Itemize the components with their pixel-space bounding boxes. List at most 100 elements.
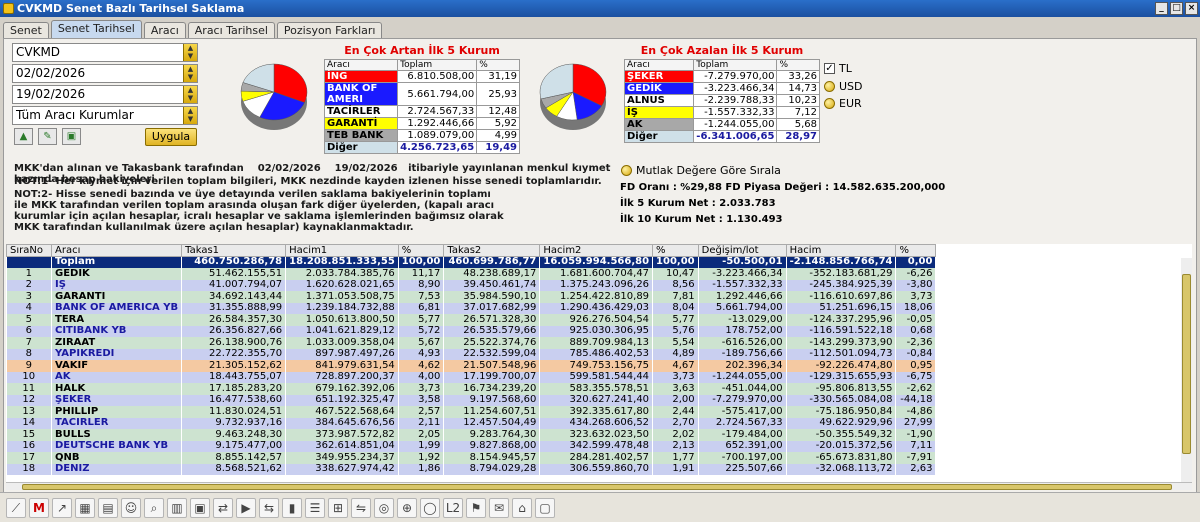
grid-cell: 17 — [6, 452, 52, 464]
grid-cell: 1.041.621.829,12 — [285, 325, 399, 337]
minimize-icon[interactable]: _ — [1155, 2, 1168, 15]
grid-cell: 8 — [6, 348, 52, 360]
table-row[interactable]: 18 DENİZ 8.568.521,62 338.627.974,42 1,86 8.7… — [6, 463, 936, 475]
table-row[interactable]: 13 PHİLLİP 11.830.024,51 467.522.568,64 2,57… — [6, 406, 936, 418]
chevron-down-icon[interactable]: ▲ ▼ — [183, 44, 197, 61]
grid-header[interactable]: Hacim1 — [285, 244, 399, 257]
bars-icon[interactable]: ▮ — [282, 497, 302, 518]
table-row[interactable]: 15 BULLS 9.463.248,30 373.987.572,82 2,05 9.2… — [6, 429, 936, 441]
currency-eur[interactable]: EUR — [824, 97, 862, 110]
institution-select[interactable]: Tüm Aracı Kurumlar ▲ ▼ — [12, 106, 198, 125]
horizontal-scrollbar[interactable] — [6, 482, 1192, 490]
maximize-icon[interactable]: □ — [1170, 2, 1183, 15]
grid-header[interactable]: SıraNo — [6, 244, 52, 257]
table-row[interactable]: Toplam 460.750.286,78 18.208.851.333,55 100… — [6, 256, 936, 268]
chevron-down-icon[interactable]: ▲ ▼ — [183, 107, 197, 124]
search-icon[interactable]: ⌕ — [144, 497, 164, 518]
transfer-icon[interactable]: ⇋ — [351, 497, 371, 518]
check-icon[interactable]: ✓ — [824, 63, 835, 74]
hierarchy-icon[interactable]: ⊞ — [328, 497, 348, 518]
scroll-thumb[interactable] — [1182, 274, 1191, 454]
grid-cell: 1.620.628.021,65 — [285, 279, 399, 291]
rank-row: TACİRLER 2.724.567,33 12,48 — [323, 105, 520, 118]
m-logo-icon[interactable]: M — [29, 497, 49, 518]
trend-icon[interactable]: ↗ — [52, 497, 72, 518]
table-row[interactable]: 2 İŞ 41.007.794,07 1.620.628.021,65 8,90 39.4… — [6, 279, 936, 291]
table-row[interactable]: 12 ŞEKER 16.477.538,60 651.192.325,47 3,58 9.… — [6, 394, 936, 406]
table-row[interactable]: 3 GARANTİ 34.692.143,44 1.371.053.508,75 7,5… — [6, 291, 936, 303]
grid-cell: 7,11 — [895, 440, 936, 452]
grid-header[interactable]: % — [652, 244, 699, 257]
table-row[interactable]: 6 CİTİBANK YB 26.356.827,66 1.041.621.829,1… — [6, 325, 936, 337]
edit-icon[interactable]: ✎ — [38, 128, 57, 145]
grid-icon[interactable]: ▥ — [167, 497, 187, 518]
rank-total: -2.239.788,33 — [693, 94, 778, 107]
grid-header[interactable]: % — [397, 244, 445, 257]
grid-header[interactable]: Aracı — [50, 244, 183, 257]
grid-header[interactable]: Hacim2 — [539, 244, 654, 257]
holdings-grid[interactable]: SıraNo Aracı Takas1 Hacim1% Takas2 Hacim2% Değ… — [6, 244, 1192, 482]
table-row[interactable]: 16 DEUTSCHE BANK YB 9.175.477,00 362.614.85… — [6, 440, 936, 452]
currency-usd[interactable]: USD — [824, 80, 863, 93]
chevron-down-icon[interactable]: ▲ ▼ — [183, 65, 197, 82]
grid-cell: 4,62 — [398, 360, 444, 372]
grid-header[interactable]: Takas2 — [443, 244, 541, 257]
rank-row: AK -1.244.055,00 5,68 — [623, 118, 820, 131]
play-icon[interactable]: ▶ — [236, 497, 256, 518]
table-row[interactable]: 9 VAKIF 21.305.152,62 841.979.631,54 4,62 21.… — [6, 360, 936, 372]
area-chart-icon[interactable]: ▦ — [75, 497, 95, 518]
table-row[interactable]: 1 GEDİK 51.462.155,51 2.033.784.385,76 11,17… — [6, 268, 936, 280]
add-icon[interactable]: ▲ — [14, 128, 33, 145]
grid-cell: -2,36 — [895, 337, 936, 349]
table-row[interactable]: 14 TACİRLER 9.732.937,16 384.645.676,56 2,11… — [6, 417, 936, 429]
tab-senet-tarihsel[interactable]: Senet Tarihsel — [50, 20, 142, 39]
grid-cell: 8,90 — [398, 279, 444, 291]
bank-icon[interactable]: ⌂ — [512, 497, 532, 518]
news-icon[interactable]: ✉ — [489, 497, 509, 518]
table-row[interactable]: 17 QNB 8.855.142,57 349.955.234,37 1,92 8.154… — [6, 452, 936, 464]
ladder-icon[interactable]: ☰ — [305, 497, 325, 518]
chart-line-icon[interactable]: ⟋ — [6, 497, 26, 518]
coins-icon[interactable]: ◎ — [374, 497, 394, 518]
table-icon[interactable]: ▤ — [98, 497, 118, 518]
apply-button[interactable]: Uygula — [145, 128, 197, 146]
l2-icon[interactable]: L2 — [443, 497, 463, 518]
grid-header[interactable]: Hacim — [785, 244, 897, 257]
swap-icon[interactable]: ⇄ — [213, 497, 233, 518]
tab-araci-tarihsel[interactable]: Aracı Tarihsel — [187, 22, 275, 39]
cylinder-icon[interactable]: ◯ — [420, 497, 440, 518]
tab-pozisyon-farklari[interactable]: Pozisyon Farkları — [276, 22, 383, 39]
excel-icon[interactable]: ▣ — [62, 128, 81, 145]
close-icon[interactable]: × — [1185, 2, 1198, 15]
table-row[interactable]: 5 TERA 26.584.357,30 1.050.613.800,50 5,77 26… — [6, 314, 936, 326]
grid-cell: 841.979.631,54 — [285, 360, 399, 372]
grid-header[interactable]: Takas1 — [181, 244, 287, 257]
start-date-field[interactable]: 02/02/2026 ▲ ▼ — [12, 64, 198, 83]
grid-header[interactable]: Değişim/lot — [697, 244, 787, 257]
security-select[interactable]: CVKMD ▲ ▼ — [12, 43, 198, 62]
table-row[interactable]: 7 ZİRAAT 26.138.900,76 1.033.009.358,04 5,67… — [6, 337, 936, 349]
table-row[interactable]: 10 AK 18.443.755,07 728.897.200,37 4,00 17.19… — [6, 371, 936, 383]
flag-icon[interactable]: ⚑ — [466, 497, 486, 518]
radio-icon[interactable] — [824, 98, 835, 109]
compare-icon[interactable]: ⇆ — [259, 497, 279, 518]
table-row[interactable]: 11 HALK 17.185.283,20 679.162.392,06 3,73 16.… — [6, 383, 936, 395]
tab-araci[interactable]: Aracı — [143, 22, 186, 39]
tab-senet[interactable]: Senet — [3, 22, 49, 39]
currency-tl[interactable]: ✓ TL — [824, 62, 852, 75]
table-row[interactable]: 4 BANK OF AMERICA YB 31.355.888,99 1.239.18… — [6, 302, 936, 314]
sort-absolute-option[interactable]: Mutlak Değere Göre Sırala — [621, 164, 781, 177]
screen-icon[interactable]: ▢ — [535, 497, 555, 518]
end-date-field[interactable]: 19/02/2026 ▲ ▼ — [12, 85, 198, 104]
chevron-down-icon[interactable]: ▲ ▼ — [183, 86, 197, 103]
grid-header[interactable]: % — [895, 244, 937, 257]
radio-icon[interactable] — [621, 165, 632, 176]
calculator-icon[interactable]: ▣ — [190, 497, 210, 518]
zoom-icon[interactable]: ⊕ — [397, 497, 417, 518]
vertical-scrollbar[interactable] — [1181, 258, 1192, 482]
scroll-thumb[interactable] — [22, 484, 1172, 490]
people-icon[interactable]: ☺ — [121, 497, 141, 518]
table-row[interactable]: 8 YAPIKREDİ 22.722.355,70 897.987.497,26 4,9… — [6, 348, 936, 360]
radio-icon[interactable] — [824, 81, 835, 92]
grid-cell: 225.507,66 — [698, 463, 787, 475]
